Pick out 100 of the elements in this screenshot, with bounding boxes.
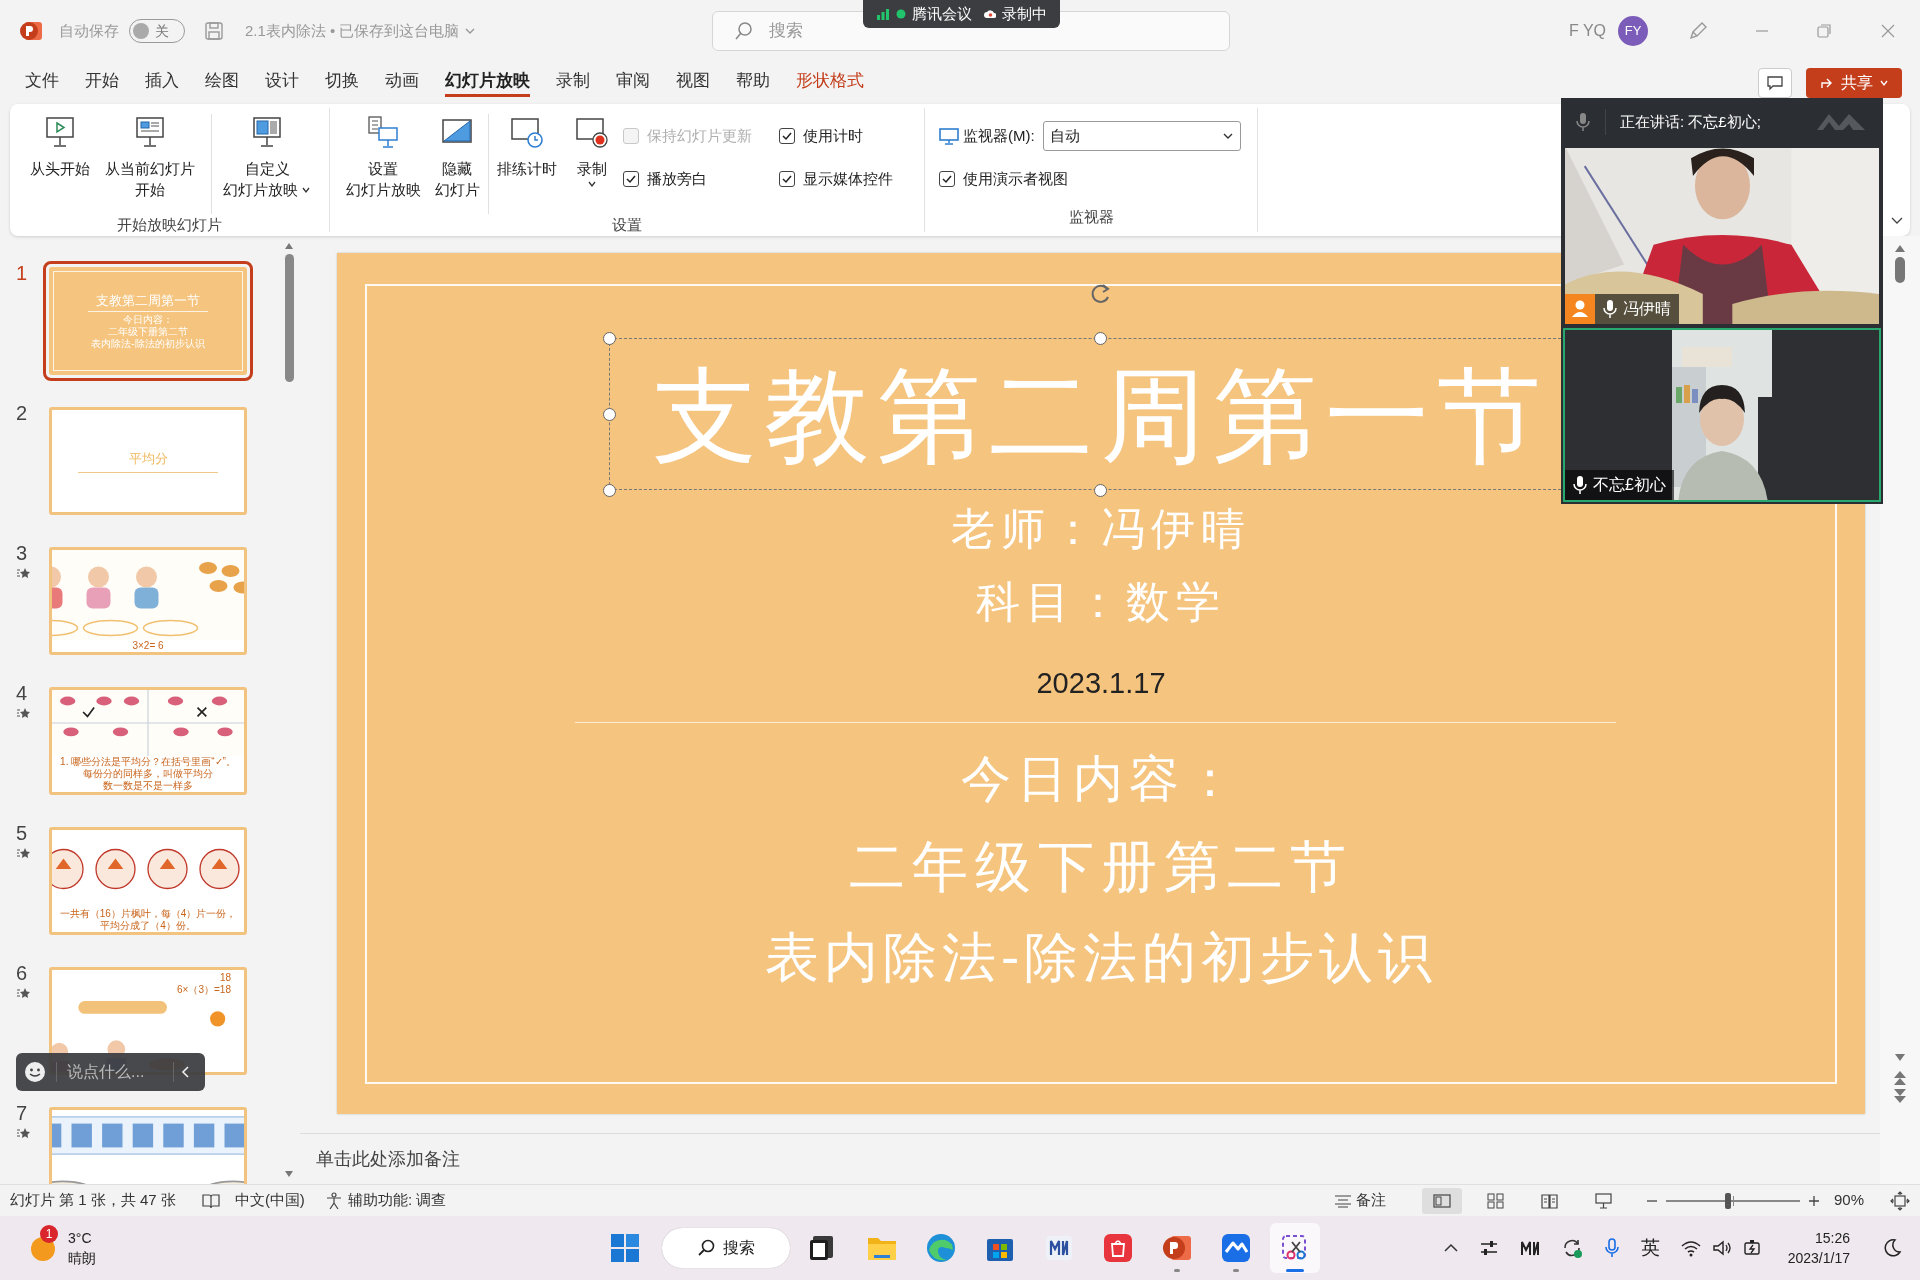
emoji-icon[interactable] — [24, 1061, 46, 1083]
slideshow-setup-icon — [365, 114, 401, 150]
slide-text: 二年级下册第二节 — [849, 839, 1353, 895]
microphone-icon[interactable] — [1575, 111, 1591, 133]
wifi-icon[interactable] — [1679, 1239, 1702, 1257]
next-slide-icon[interactable] — [1893, 1088, 1907, 1104]
video-tile[interactable]: 不忘£初心 — [1563, 328, 1881, 502]
monitor-dropdown[interactable]: 自动 — [1042, 121, 1241, 151]
menu-tab[interactable]: 切换 — [325, 67, 359, 97]
menu-tab[interactable]: 绘图 — [205, 67, 239, 97]
zoom-level[interactable]: 90% — [1833, 1189, 1864, 1212]
weather-condition[interactable]: 晴朗 — [68, 1248, 96, 1268]
accessibility-icon[interactable] — [324, 1191, 343, 1210]
checkmark-icon — [781, 173, 793, 185]
checkbox[interactable] — [779, 128, 795, 144]
checkbox[interactable] — [623, 171, 639, 187]
user-avatar[interactable]: FY — [1618, 16, 1648, 46]
slide-number: 4 — [16, 681, 28, 705]
slide-text: 表内除法-除法的初步认识 — [764, 931, 1438, 985]
checkbox[interactable] — [939, 171, 955, 187]
taskbar-search[interactable]: 搜索 — [662, 1228, 790, 1268]
slide-number: 6 — [16, 961, 28, 985]
thumbnail-text: 今日内容： — [123, 314, 173, 326]
slide-number: 7 — [16, 1101, 28, 1125]
scrollbar-thumb[interactable] — [284, 254, 294, 382]
previous-slide-icon[interactable] — [1893, 1070, 1907, 1086]
notes-field[interactable]: 单击此处添加备注 — [316, 1145, 716, 1173]
language-status[interactable]: 中文(中国) — [234, 1189, 305, 1212]
notes-button[interactable]: 备注 — [1333, 1189, 1386, 1212]
menu-tab[interactable]: 设计 — [265, 67, 299, 97]
slide-number: 3 — [16, 541, 28, 565]
share-button[interactable]: 共享 — [1806, 68, 1902, 98]
moon-icon[interactable] — [1882, 1238, 1902, 1258]
resize-handle[interactable] — [1094, 484, 1107, 497]
video-tile[interactable]: 冯伊晴 — [1563, 146, 1881, 326]
microphone-icon — [1603, 299, 1617, 319]
volume-icon[interactable] — [1711, 1239, 1732, 1257]
menu-tab[interactable]: 开始 — [85, 67, 119, 97]
menu-tab[interactable]: 审阅 — [616, 67, 650, 97]
microphone-icon[interactable] — [1602, 1237, 1621, 1259]
menu-tab[interactable]: 幻灯片放映 — [445, 67, 530, 97]
menu-tab[interactable]: 录制 — [556, 67, 590, 97]
scroll-up-icon[interactable] — [1894, 244, 1906, 253]
ribbon-button[interactable]: 录制 — [565, 108, 619, 189]
thumbnail-text: 支教第二周第一节 — [96, 292, 200, 309]
resize-handle[interactable] — [603, 332, 616, 345]
comment-icon — [1766, 75, 1784, 91]
menu-tab[interactable]: 形状格式 — [796, 67, 864, 97]
temperature[interactable]: 3°C — [68, 1228, 96, 1248]
resize-handle[interactable] — [603, 484, 616, 497]
view-button[interactable] — [1421, 1187, 1462, 1214]
menu-tab[interactable]: 帮助 — [736, 67, 770, 97]
zoom-slider[interactable] — [1665, 1191, 1800, 1210]
ribbon-button[interactable]: 从当前幻灯片 开始 — [98, 108, 202, 200]
resize-handle[interactable] — [1094, 332, 1107, 345]
scroll-down-icon[interactable] — [284, 1170, 294, 1178]
autosave-label: 自动保存 — [59, 20, 119, 41]
spellcheck-book-icon[interactable] — [201, 1192, 220, 1209]
scroll-down-icon[interactable] — [1894, 1053, 1906, 1062]
comments-button[interactable] — [1758, 68, 1792, 98]
menu-tab[interactable]: 动画 — [385, 67, 419, 97]
scrollbar-thumb[interactable] — [1895, 257, 1905, 283]
menu-tab[interactable]: 视图 — [676, 67, 710, 97]
notification-badge: 1 — [40, 1225, 58, 1243]
menu-tab[interactable]: 插入 — [145, 67, 179, 97]
chat-input[interactable]: 说点什么... — [67, 1060, 167, 1084]
resize-handle[interactable] — [603, 408, 616, 421]
thumbnail-text: 表内除法-除法的初步认识 — [91, 338, 205, 350]
ribbon-button[interactable]: 设置 幻灯片放映 — [340, 108, 426, 200]
input-method[interactable]: 英 — [1640, 1233, 1660, 1263]
chat-toast[interactable]: 说点什么... — [16, 1053, 205, 1091]
slider-thumb[interactable] — [1724, 1192, 1731, 1209]
slide-number: 5 — [16, 821, 28, 845]
checkbox-label: 显示媒体控件 — [803, 168, 893, 189]
ribbon-button[interactable]: 排练计时 — [489, 108, 565, 179]
chevron-left-icon[interactable] — [180, 1065, 192, 1079]
ribbon-button[interactable]: 隐藏 幻灯片 — [426, 108, 488, 200]
slide-text: 老师：冯伊晴 — [951, 507, 1251, 551]
zoom-in-icon[interactable] — [1807, 1194, 1820, 1207]
thumbnail-text: 1. 哪些分法是平均分？在括号里画“✓”。 — [59, 756, 237, 768]
checkbox[interactable] — [779, 171, 795, 187]
slide-heading: 今日内容： — [961, 754, 1241, 804]
clock-time[interactable]: 15:26 — [1814, 1228, 1850, 1248]
sliders-icon[interactable] — [1478, 1238, 1499, 1258]
windows-start-icon[interactable] — [610, 1233, 640, 1263]
thumbnail-text: 6×（3）=18 — [176, 984, 232, 996]
caret-icon — [1879, 78, 1889, 88]
normal-view-icon — [1432, 1191, 1452, 1210]
menu-tab[interactable]: 文件 — [25, 67, 59, 97]
clock-date[interactable]: 2023/1/17 — [1787, 1248, 1850, 1268]
fit-to-window-icon[interactable] — [1890, 1190, 1910, 1211]
accessibility-status[interactable]: 辅助功能: 调查 — [347, 1189, 447, 1212]
scroll-up-icon[interactable] — [284, 242, 294, 250]
checkbox-label: 使用计时 — [803, 125, 863, 146]
battery-icon[interactable] — [1741, 1239, 1762, 1257]
ribbon-button[interactable]: 从头开始 — [22, 108, 98, 179]
app-store-icon — [1102, 1232, 1134, 1264]
ribbon-button[interactable]: 自定义 幻灯片放映 — [212, 108, 322, 200]
slide-text: 科目：数学 — [976, 580, 1226, 624]
slide-sorter-icon — [1486, 1191, 1506, 1210]
